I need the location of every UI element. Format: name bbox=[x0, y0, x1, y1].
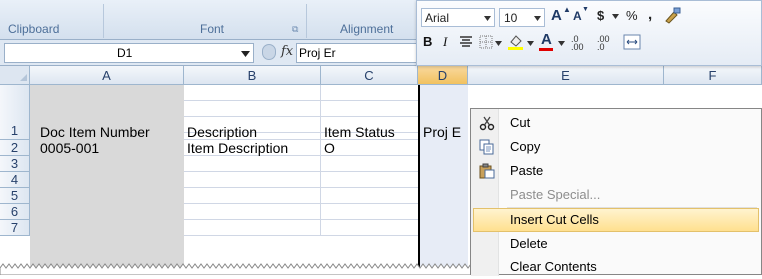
ribbon-group-font: Font bbox=[200, 20, 240, 38]
chevron-down-icon[interactable] bbox=[241, 51, 250, 57]
font-group-label: Font bbox=[200, 22, 225, 36]
paste-icon bbox=[479, 163, 495, 179]
column-header-a[interactable]: A bbox=[30, 66, 184, 85]
borders-icon[interactable] bbox=[479, 35, 495, 49]
row-header-2[interactable]: 2 bbox=[0, 140, 30, 156]
decrease-decimal-button[interactable]: .00 .0 bbox=[597, 35, 619, 52]
row-header-3[interactable]: 3 bbox=[0, 156, 30, 172]
mini-toolbar: Arial 10 A ▲ A ▼ $ % , B I A .0 .00 .00 … bbox=[416, 0, 762, 66]
alignment-group-label: Alignment bbox=[340, 22, 394, 36]
italic-button[interactable]: I bbox=[443, 34, 447, 50]
row-header-6[interactable]: 6 bbox=[0, 204, 30, 220]
ribbon-divider bbox=[103, 4, 104, 38]
column-header-e[interactable]: E bbox=[468, 66, 664, 85]
ribbon-group-alignment: Alignment bbox=[340, 20, 415, 38]
select-all-corner[interactable] bbox=[0, 66, 30, 85]
menu-item-label: Copy bbox=[510, 139, 541, 154]
chevron-down-icon[interactable] bbox=[484, 16, 491, 21]
currency-button[interactable]: $ bbox=[597, 8, 604, 23]
menu-item-copy[interactable]: Copy bbox=[473, 135, 759, 159]
row-header-7[interactable]: 7 bbox=[0, 220, 30, 236]
formula-bar-splitter[interactable] bbox=[262, 44, 276, 60]
chevron-down-icon[interactable] bbox=[612, 14, 619, 19]
row-header-5[interactable]: 5 bbox=[0, 188, 30, 204]
increase-decimal-button[interactable]: .0 .00 bbox=[571, 35, 593, 52]
cell-d1[interactable]: Proj E bbox=[420, 124, 468, 140]
cell-b2[interactable]: Item Description bbox=[184, 140, 321, 156]
formula-value: Proj Er bbox=[299, 46, 336, 60]
grow-font-caret-icon: ▲ bbox=[563, 5, 571, 14]
center-align-icon[interactable] bbox=[459, 35, 473, 49]
chevron-down-icon[interactable] bbox=[534, 16, 541, 21]
menu-item-cut[interactable]: Cut bbox=[473, 111, 759, 135]
shrink-font-button[interactable]: A bbox=[573, 9, 582, 23]
menu-item-label: Insert Cut Cells bbox=[510, 212, 599, 227]
merge-center-icon[interactable] bbox=[623, 34, 641, 50]
font-size-value: 10 bbox=[504, 11, 518, 25]
cell-c1[interactable]: Item Status bbox=[321, 124, 418, 140]
column-header-b[interactable]: B bbox=[184, 66, 321, 85]
percent-button[interactable]: % bbox=[626, 8, 638, 23]
fill-color-icon[interactable] bbox=[507, 33, 525, 51]
format-painter-icon[interactable] bbox=[663, 6, 681, 24]
grow-font-button[interactable]: A bbox=[551, 7, 562, 24]
chevron-down-icon[interactable] bbox=[558, 41, 565, 46]
menu-item-clear-contents[interactable]: Clear Contents bbox=[473, 255, 759, 279]
menu-item-insert-cut-cells[interactable]: Insert Cut Cells bbox=[473, 208, 759, 232]
cell-c2[interactable]: O bbox=[321, 140, 418, 156]
font-name-select[interactable]: Arial bbox=[421, 8, 495, 27]
chevron-down-icon[interactable] bbox=[527, 41, 534, 46]
copy-icon bbox=[479, 139, 494, 155]
scissors-icon bbox=[479, 116, 495, 131]
grid-line bbox=[320, 85, 321, 236]
row-header-1[interactable]: 1 bbox=[0, 85, 30, 140]
cell-a1[interactable]: Doc Item Number bbox=[37, 124, 184, 140]
row-header-4[interactable]: 4 bbox=[0, 172, 30, 188]
menu-item-label: Paste Special... bbox=[510, 187, 601, 202]
font-name-value: Arial bbox=[425, 11, 450, 25]
bold-button[interactable]: B bbox=[423, 34, 432, 49]
font-color-swatch bbox=[539, 48, 553, 51]
name-box[interactable]: D1 bbox=[4, 43, 254, 63]
grid-lines bbox=[184, 85, 418, 236]
menu-item-label: Clear Contents bbox=[510, 259, 597, 274]
font-launcher-icon[interactable]: ⧉ bbox=[292, 24, 298, 35]
context-menu: Cut Copy Paste Paste Special... Insert C… bbox=[470, 108, 762, 276]
menu-item-delete[interactable]: Delete bbox=[473, 232, 759, 256]
column-header-f[interactable]: F bbox=[664, 66, 762, 85]
ribbon-group-clipboard: Clipboard ⧉ bbox=[8, 20, 68, 53]
cell-a2[interactable]: 0005-001 bbox=[37, 140, 184, 156]
clipboard-group-label: Clipboard bbox=[8, 22, 60, 36]
selected-column-d bbox=[418, 85, 468, 275]
column-a-fill bbox=[30, 85, 184, 275]
name-box-value: D1 bbox=[117, 46, 133, 60]
font-color-button[interactable]: A bbox=[541, 31, 552, 48]
cell-b1[interactable]: Description bbox=[184, 124, 321, 140]
menu-item-label: Cut bbox=[510, 115, 531, 130]
font-size-select[interactable]: 10 bbox=[499, 8, 545, 27]
ribbon-divider bbox=[306, 4, 307, 38]
shrink-font-caret-icon: ▼ bbox=[582, 6, 589, 13]
menu-item-paste-special[interactable]: Paste Special... bbox=[473, 183, 759, 207]
column-header-d[interactable]: D bbox=[418, 66, 468, 85]
comma-button[interactable]: , bbox=[648, 6, 652, 23]
menu-item-label: Delete bbox=[510, 236, 548, 251]
column-header-c[interactable]: C bbox=[321, 66, 418, 85]
insert-function-icon[interactable]: fx bbox=[281, 44, 293, 59]
menu-item-label: Paste bbox=[510, 163, 544, 178]
menu-item-paste[interactable]: Paste bbox=[473, 159, 759, 183]
chevron-down-icon[interactable] bbox=[495, 41, 502, 46]
